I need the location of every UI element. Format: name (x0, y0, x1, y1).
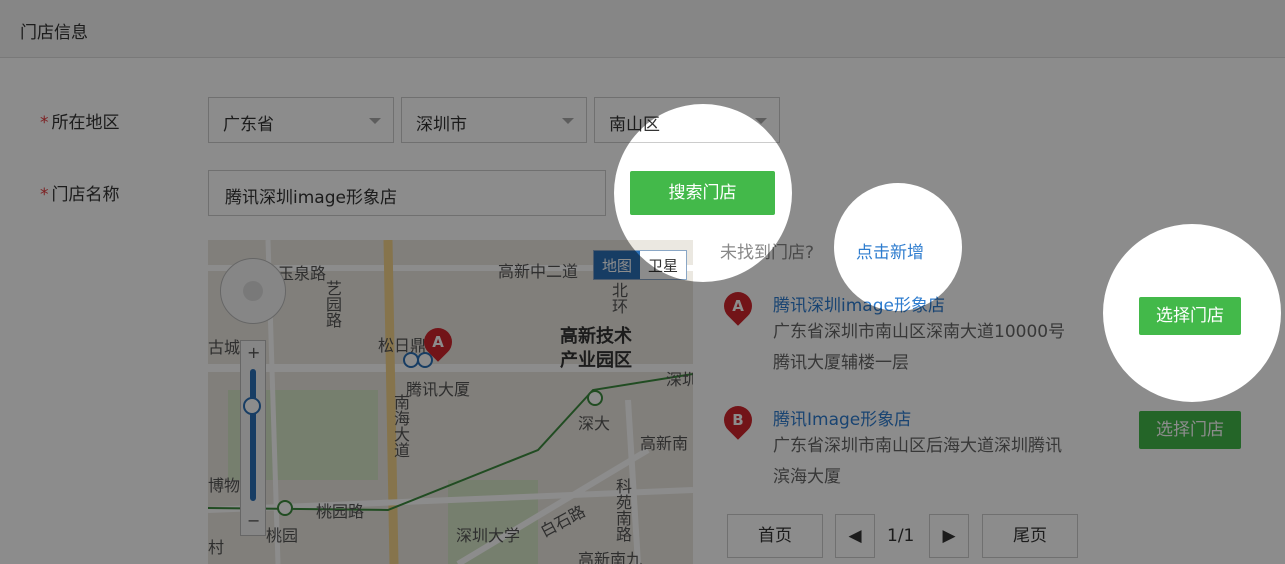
store-info-page: 门店信息 *所在地区 广东省 深圳市 南山区 *门店名称 腾讯深圳image形象… (0, 0, 1285, 564)
highlight-overlay (0, 0, 1285, 564)
